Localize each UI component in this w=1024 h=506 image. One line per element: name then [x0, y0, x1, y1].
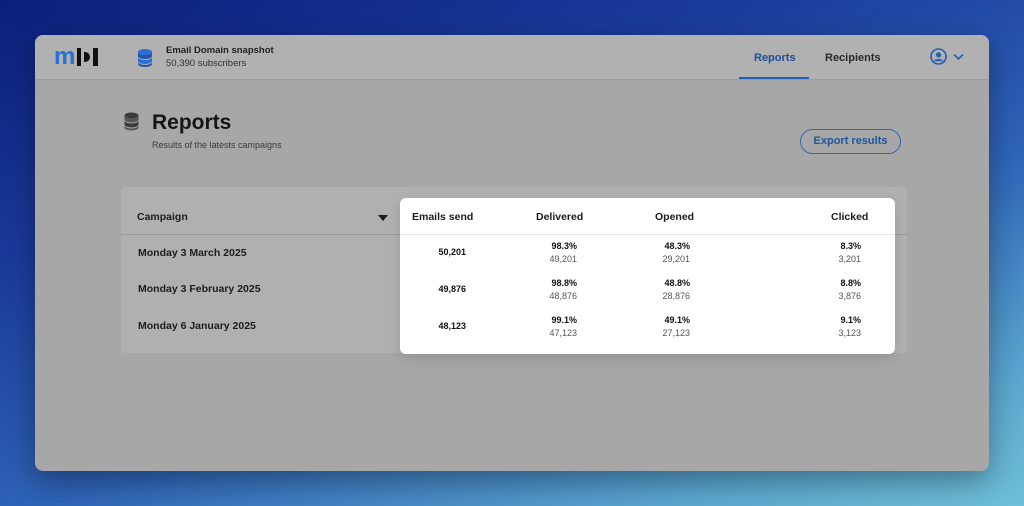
column-header-clicked[interactable]: Clicked: [831, 211, 868, 223]
cell-clicked-pct: 8.3%: [840, 241, 861, 251]
column-header-campaign[interactable]: Campaign: [137, 211, 188, 223]
column-header-emails[interactable]: Emails send: [412, 211, 473, 223]
cell-opened: 29,201: [662, 254, 690, 264]
column-header-delivered[interactable]: Delivered: [536, 211, 583, 223]
active-tab-indicator: [739, 77, 809, 79]
cell-delivered: 49,201: [549, 254, 577, 264]
highlight-divider: [400, 234, 895, 235]
cell-emails: 50,201: [438, 247, 466, 257]
cell-clicked: 3,876: [838, 291, 861, 301]
cell-clicked-pct: 8.8%: [840, 278, 861, 288]
cell-clicked: 3,201: [838, 254, 861, 264]
cell-clicked-pct: 9.1%: [840, 315, 861, 325]
user-menu[interactable]: [930, 48, 964, 65]
cell-emails: 49,876: [438, 284, 466, 294]
cell-opened-pct: 48.8%: [664, 278, 690, 288]
sort-down-icon[interactable]: [378, 215, 388, 221]
logo-letter: m: [54, 43, 75, 70]
page-subtitle: Results of the latests campaigns: [152, 140, 282, 150]
snapshot-title: Email Domain snapshot: [166, 45, 274, 56]
cell-delivered: 47,123: [549, 328, 577, 338]
cell-opened: 28,876: [662, 291, 690, 301]
cell-opened-pct: 48.3%: [664, 241, 690, 251]
cell-opened: 27,123: [662, 328, 690, 338]
tab-reports[interactable]: Reports: [754, 51, 796, 65]
cell-opened-pct: 49.1%: [664, 315, 690, 325]
export-results-button[interactable]: Export results: [800, 129, 901, 154]
row-campaign-2[interactable]: Monday 3 February 2025: [138, 283, 261, 295]
user-circle-icon: [930, 48, 947, 65]
snapshot-info[interactable]: Email Domain snapshot 50,390 subscribers: [166, 45, 274, 70]
logo-mark: [77, 48, 99, 66]
cell-delivered-pct: 98.8%: [551, 278, 577, 288]
row-campaign-3[interactable]: Monday 6 January 2025: [138, 320, 256, 332]
cell-delivered: 48,876: [549, 291, 577, 301]
cell-emails: 48,123: [438, 321, 466, 331]
top-bar: m Email Domain snapshot 50,390 subscribe…: [35, 35, 989, 80]
database-icon: [138, 49, 152, 67]
page-title: Reports: [152, 111, 232, 134]
reports-database-icon: [124, 112, 139, 131]
column-header-opened[interactable]: Opened: [655, 211, 694, 223]
chevron-down-icon: [953, 53, 964, 60]
tab-recipients[interactable]: Recipients: [825, 51, 881, 65]
snapshot-subscribers: 50,390 subscribers: [166, 58, 247, 69]
cell-delivered-pct: 98.3%: [551, 241, 577, 251]
row-campaign-1[interactable]: Monday 3 March 2025: [138, 247, 247, 259]
cell-clicked: 3,123: [838, 328, 861, 338]
brand-logo[interactable]: m: [54, 43, 99, 70]
cell-delivered-pct: 99.1%: [551, 315, 577, 325]
app-window: m Email Domain snapshot 50,390 subscribe…: [35, 35, 989, 471]
